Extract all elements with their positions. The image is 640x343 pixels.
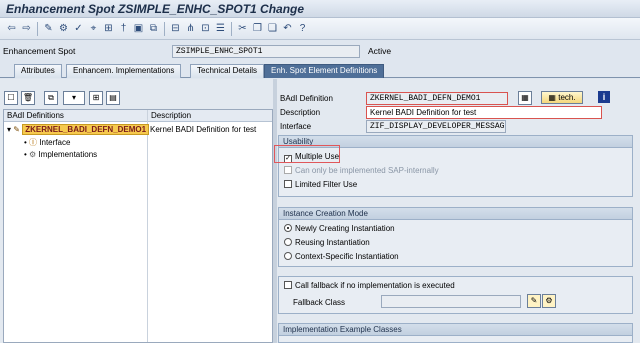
checkbox-icon[interactable] [284,180,292,188]
fallback-class-label: Fallback Class [293,298,346,307]
back-icon[interactable]: ⇦ [5,22,18,35]
interface-label: Interface [280,122,312,131]
edit-pencil-icon[interactable]: ✎ [527,294,541,308]
badi-icon: ✎ [13,125,20,134]
inactive-icon[interactable]: ⊡ [199,22,212,35]
newly-creating-label: Newly Creating Instantiation [295,224,395,233]
bullet-icon: • [24,150,27,159]
checkbox-icon[interactable] [284,281,292,289]
window-title: Enhancement Spot ZSIMPLE_ENHC_SPOT1 Chan… [6,2,305,16]
spot-name-field[interactable]: ZSIMPLE_ENHC_SPOT1 [172,45,360,58]
create-icon[interactable]: ☐ [4,91,18,105]
expand-arrow-icon[interactable]: ▾ [7,125,11,134]
tree-node-label[interactable]: Implementations [38,150,97,159]
copy-icon[interactable]: ❐ [251,22,264,35]
title-bar: Enhancement Spot ZSIMPLE_ENHC_SPOT1 Chan… [0,0,640,18]
limited-filter-label: Limited Filter Use [295,180,358,189]
info-icon[interactable]: i [598,91,610,103]
radio-icon[interactable] [284,252,292,260]
tree-row-implementations[interactable]: • ⚙ Implementations [24,149,97,161]
tree-row-interface[interactable]: • Ⓘ Interface [24,137,70,149]
sap-internal-label: Can only be implemented SAP-internally [295,166,439,175]
tab-enh-spot-element-definitions[interactable]: Enh. Spot Element Definitions [264,64,385,78]
column-header-description[interactable]: Description [148,110,272,122]
tree-row-badi[interactable]: ▾ ✎ ZKERNEL_BADI_DEFN_DEMO1 [7,124,150,136]
expand-icon[interactable]: ⊞ [89,91,103,105]
badi-tree: BAdI Definitions Description ▾ ✎ ZKERNEL… [3,109,273,343]
spot-header-row: Enhancement Spot ZSIMPLE_ENHC_SPOT1 Acti… [0,42,640,62]
newly-creating-radio[interactable]: Newly Creating Instantiation [284,224,395,234]
badi-definition-label: BAdI Definition [280,94,333,103]
display-object-list-icon[interactable]: ⧉ [147,22,160,35]
interface-field[interactable]: ZIF_DISPLAY_DEVELOPER_MESSAGE [366,120,506,133]
create-class-icon[interactable]: ⚙ [542,294,556,308]
undo-icon[interactable]: ↶ [281,22,294,35]
hierarchy2-icon[interactable]: ⋔ [184,22,197,35]
fallback-group: Call fallback if no implementation is ex… [278,276,633,314]
application-toolbar: ⇦ ⇨ ✎ ⚙ ✓ ⌖ ⊞ † ▣ ⧉ ⊟ ⋔ ⊡ ☰ ✂ ❐ ❏ ↶ ? [0,18,640,40]
pane-splitter[interactable] [273,79,277,343]
limited-filter-checkbox[interactable]: Limited Filter Use [284,180,357,190]
spot-status: Active [368,46,392,56]
display-change-icon[interactable]: ✎ [42,22,55,35]
sap-internal-checkbox: Can only be implemented SAP-internally [284,166,439,176]
tab-technical-details[interactable]: Technical Details [190,64,265,78]
print-icon[interactable]: ▤ [106,91,120,105]
spot-label: Enhancement Spot [3,46,76,56]
toolbar-separator [164,22,165,36]
activate-icon[interactable]: ⚙ [57,22,70,35]
tech-button[interactable]: ▦ tech. [541,91,583,104]
tech-icon: ▦ [548,93,556,102]
fallback-class-field[interactable] [381,295,521,308]
implementation-example-group: Implementation Example Classes [278,323,633,343]
display-icon[interactable]: ▦ [518,91,532,105]
description-label: Description [280,108,321,117]
hierarchy-icon[interactable]: ⊞ [102,22,115,35]
reusing-radio[interactable]: Reusing Instantiation [284,238,370,248]
column-separator [147,110,148,342]
tree-row-description: Kernel BADI Definition for test [150,125,257,134]
description-field[interactable]: Kernel BADI Definition for test [366,106,602,119]
worklist-icon[interactable]: ⊟ [169,22,182,35]
implementations-icon: ⚙ [29,150,37,159]
new-dropdown-icon[interactable]: ▾ [63,91,85,105]
where-used-icon[interactable]: ⌖ [87,22,100,35]
checkbox-icon [284,166,292,174]
radio-icon[interactable] [284,238,292,246]
interface-icon: Ⓘ [29,138,38,147]
tree-node-label[interactable]: Interface [39,138,70,147]
toolbar-separator [231,22,232,36]
cut-icon[interactable]: ✂ [236,22,249,35]
copy-definition-icon[interactable]: ⧉ [44,91,58,105]
navigator-icon[interactable]: ▣ [132,22,145,35]
delete-icon[interactable]: 🗑 [21,91,35,105]
radio-selected-icon[interactable] [284,224,292,232]
tree-node-label[interactable]: ZKERNEL_BADI_DEFN_DEMO1 [22,124,150,135]
tab-enhancement-implementations[interactable]: Enhancem. Implementations [66,64,182,78]
paste-icon[interactable]: ❏ [266,22,279,35]
instance-creation-title: Instance Creation Mode [279,208,632,220]
tab-content: ☐ 🗑 ⧉ ▾ ⊞ ▤ BAdI Definitions Description… [0,79,640,343]
multiple-use-highlight [274,145,340,163]
object-list-icon[interactable]: ☰ [214,22,227,35]
call-fallback-checkbox[interactable]: Call fallback if no implementation is ex… [284,281,455,291]
tab-attributes[interactable]: Attributes [14,64,62,78]
context-specific-radio[interactable]: Context-Specific Instantiation [284,252,399,262]
help-icon[interactable]: ? [296,22,309,35]
toolbar-separator [37,22,38,36]
badi-definition-field[interactable]: ZKERNEL_BADI_DEFN_DEMO1 [366,92,508,105]
reusing-label: Reusing Instantiation [295,238,370,247]
context-specific-label: Context-Specific Instantiation [295,252,399,261]
call-fallback-label: Call fallback if no implementation is ex… [295,281,455,290]
other-object-icon[interactable]: † [117,22,130,35]
instance-creation-group: Instance Creation Mode Newly Creating In… [278,207,633,267]
forward-icon[interactable]: ⇨ [20,22,33,35]
column-header-badi[interactable]: BAdI Definitions [4,110,147,122]
bullet-icon: • [24,138,27,147]
implementation-example-title: Implementation Example Classes [279,324,632,336]
check-icon[interactable]: ✓ [72,22,85,35]
tab-strip: Attributes Enhancem. Implementations Tec… [0,62,640,78]
